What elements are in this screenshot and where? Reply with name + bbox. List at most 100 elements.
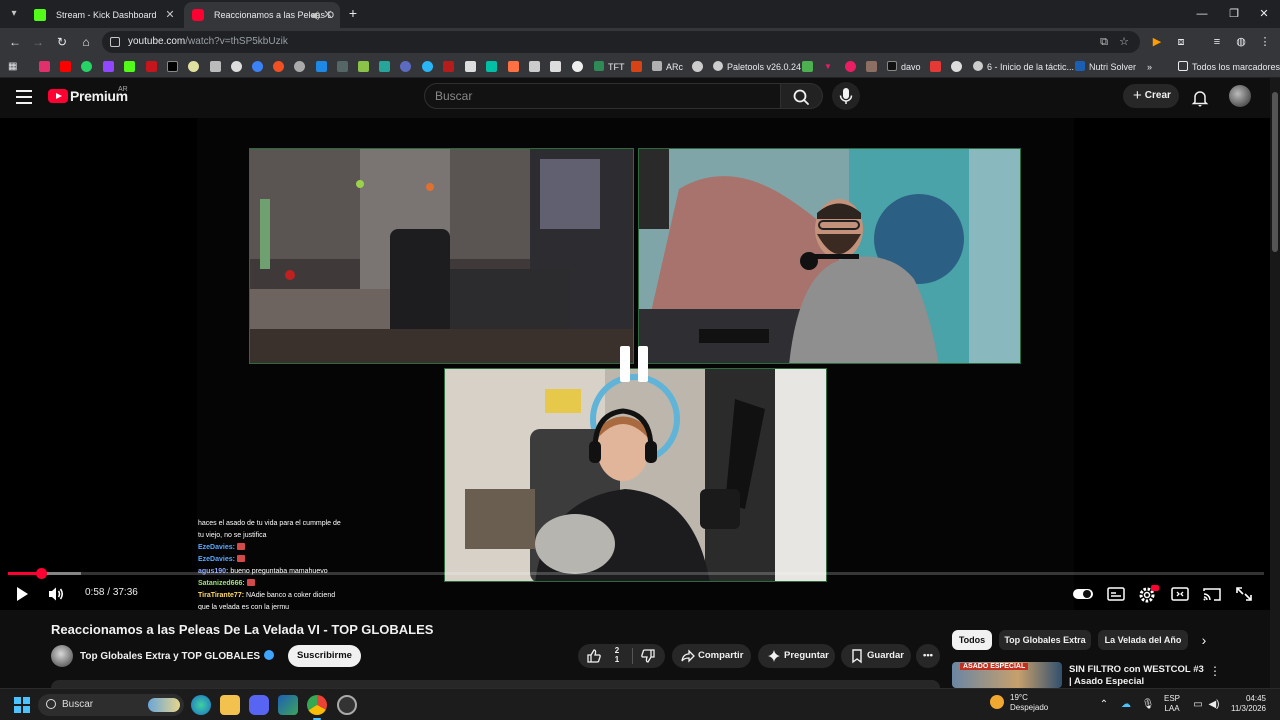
scrubber-handle[interactable] <box>35 568 47 579</box>
play-button[interactable] <box>12 584 36 604</box>
chip-todos[interactable]: Todos <box>952 630 992 650</box>
bookmark-icon[interactable] <box>379 61 390 72</box>
bookmark-icon[interactable] <box>529 61 540 72</box>
bookmark-icon[interactable] <box>231 61 242 72</box>
more-actions-button[interactable]: ••• <box>916 644 940 668</box>
reload-icon[interactable]: ↻ <box>53 33 71 51</box>
bookmark-icon[interactable] <box>188 61 199 72</box>
dislike-button[interactable] <box>640 648 656 664</box>
settings-button[interactable] <box>1136 584 1160 604</box>
bookmark-icon[interactable] <box>572 61 583 72</box>
notifications-bell-icon[interactable] <box>1190 88 1210 108</box>
address-bar[interactable]: youtube.com/watch?v=thSP5kbUzik ⧉ ☆ <box>102 31 1140 53</box>
bookmark-icon[interactable] <box>692 61 703 72</box>
x-icon[interactable] <box>167 61 178 72</box>
twitch-icon[interactable] <box>103 61 114 72</box>
search-highlight-icon[interactable] <box>148 698 180 712</box>
bookmark-icon[interactable]: ▼ <box>824 61 835 72</box>
edge-icon[interactable] <box>191 695 211 715</box>
site-info-icon[interactable] <box>110 37 120 47</box>
bookmark-icon[interactable] <box>400 61 411 72</box>
install-app-icon[interactable]: ⧉ <box>1096 34 1112 50</box>
all-bookmarks-button[interactable]: Todos los marcadores <box>1178 56 1280 78</box>
tab-search-icon[interactable]: ▾ <box>4 4 24 24</box>
tab-kick-dashboard[interactable]: Stream - Kick Dashboard ✕ <box>26 2 182 28</box>
channel-name[interactable]: Top Globales Extra y TOP GLOBALES <box>80 650 275 662</box>
bookmark-icon[interactable] <box>951 61 962 72</box>
tab-youtube-video[interactable]: Reaccionamos a las Peleas D ◀) ✕ <box>184 2 340 28</box>
close-window-button[interactable]: ✕ <box>1247 0 1280 28</box>
bookmark-icon[interactable] <box>486 61 497 72</box>
bookmark-icon[interactable] <box>631 61 642 72</box>
bookmark-icon[interactable] <box>422 61 433 72</box>
close-tab-icon[interactable]: ✕ <box>164 2 176 28</box>
microphone-icon[interactable]: 🎙 <box>1140 697 1156 713</box>
scrollbar-thumb[interactable] <box>1272 92 1278 252</box>
account-avatar[interactable] <box>1229 85 1251 107</box>
bookmark-icon[interactable] <box>550 61 561 72</box>
bookmark-star-icon[interactable]: ☆ <box>1116 34 1132 50</box>
youtube-icon[interactable] <box>60 61 71 72</box>
bookmarks-overflow-button[interactable]: » <box>1147 56 1152 78</box>
bookmark-nutri-solver[interactable]: Nutri Solver <box>1075 56 1136 78</box>
instagram-icon[interactable] <box>39 61 50 72</box>
menu-icon[interactable] <box>16 90 32 104</box>
voice-search-button[interactable] <box>832 82 860 110</box>
windows-start-icon[interactable] <box>14 697 30 713</box>
network-icon[interactable]: ▭ <box>1190 697 1206 713</box>
speaker-icon[interactable]: ◀) <box>310 2 320 28</box>
bookmark-icon[interactable] <box>443 61 454 72</box>
bookmark-icon[interactable] <box>802 61 813 72</box>
video-player[interactable]: haces el asado de tu vida para el cummpl… <box>0 118 1280 610</box>
chip-la-velada[interactable]: La Velada del Año <box>1098 630 1188 650</box>
url-text[interactable]: youtube.com/watch?v=thSP5kbUzik <box>128 31 288 53</box>
bookmark-icon[interactable] <box>337 61 348 72</box>
app-icon[interactable] <box>337 695 357 715</box>
language-indicator[interactable]: ESP LAA <box>1164 694 1180 714</box>
new-tab-button[interactable]: + <box>344 5 362 23</box>
home-icon[interactable]: ⌂ <box>77 33 95 51</box>
chevron-right-icon[interactable]: › <box>1196 632 1212 648</box>
create-button[interactable]: + Crear <box>1123 84 1179 108</box>
whatsapp-icon[interactable] <box>81 61 92 72</box>
bookmark-icon[interactable] <box>210 61 221 72</box>
bookmark-icon[interactable] <box>316 61 327 72</box>
bookmark-icon[interactable] <box>866 61 877 72</box>
cast-button[interactable] <box>1200 584 1224 604</box>
close-tab-icon[interactable]: ✕ <box>322 2 334 28</box>
subscribe-button[interactable]: Suscribirme <box>288 645 361 667</box>
bookmark-icon[interactable] <box>294 61 305 72</box>
channel-avatar[interactable] <box>51 645 73 667</box>
file-explorer-icon[interactable] <box>220 695 240 715</box>
youtube-logo-icon[interactable] <box>48 89 68 103</box>
bookmark-icon[interactable] <box>273 61 284 72</box>
reading-list-icon[interactable]: ≡ <box>1208 33 1226 51</box>
bookmark-arc[interactable]: ARc <box>652 56 683 78</box>
fullscreen-button[interactable] <box>1232 584 1256 604</box>
save-button[interactable]: Guardar <box>841 644 911 668</box>
description-box[interactable] <box>51 680 940 688</box>
chevron-up-icon[interactable]: ⌃ <box>1096 697 1112 713</box>
progress-bar[interactable] <box>8 568 1264 579</box>
bookmark-icon[interactable] <box>358 61 369 72</box>
more-vertical-icon[interactable]: ⋮ <box>1209 664 1221 678</box>
recommended-video-thumbnail[interactable]: ASADO ESPECIAL <box>952 662 1062 688</box>
share-button[interactable]: Compartir <box>672 644 751 668</box>
subtitles-button[interactable] <box>1104 584 1128 604</box>
apps-grid-icon[interactable]: ▦ <box>8 61 19 72</box>
like-button[interactable] <box>586 648 602 664</box>
volume-button[interactable] <box>46 584 70 604</box>
bookmark-icon[interactable] <box>252 61 263 72</box>
pause-overlay-icon[interactable] <box>620 346 652 382</box>
chrome-icon[interactable] <box>307 695 327 720</box>
search-input[interactable] <box>425 84 780 108</box>
browser-menu-icon[interactable]: ⋮ <box>1256 33 1274 51</box>
recommended-video-title[interactable]: SIN FILTRO con WESTCOL #3 | Asado Especi… <box>1069 664 1204 688</box>
system-clock[interactable]: 04:45 11/3/2026 <box>1226 694 1266 714</box>
discord-icon[interactable] <box>249 695 269 715</box>
back-icon[interactable]: ← <box>6 33 24 51</box>
bookmark-icon[interactable] <box>146 61 157 72</box>
maximize-button[interactable]: ❐ <box>1217 0 1251 28</box>
profile-icon[interactable]: ◍ <box>1232 33 1250 51</box>
bookmark-icon[interactable] <box>465 61 476 72</box>
